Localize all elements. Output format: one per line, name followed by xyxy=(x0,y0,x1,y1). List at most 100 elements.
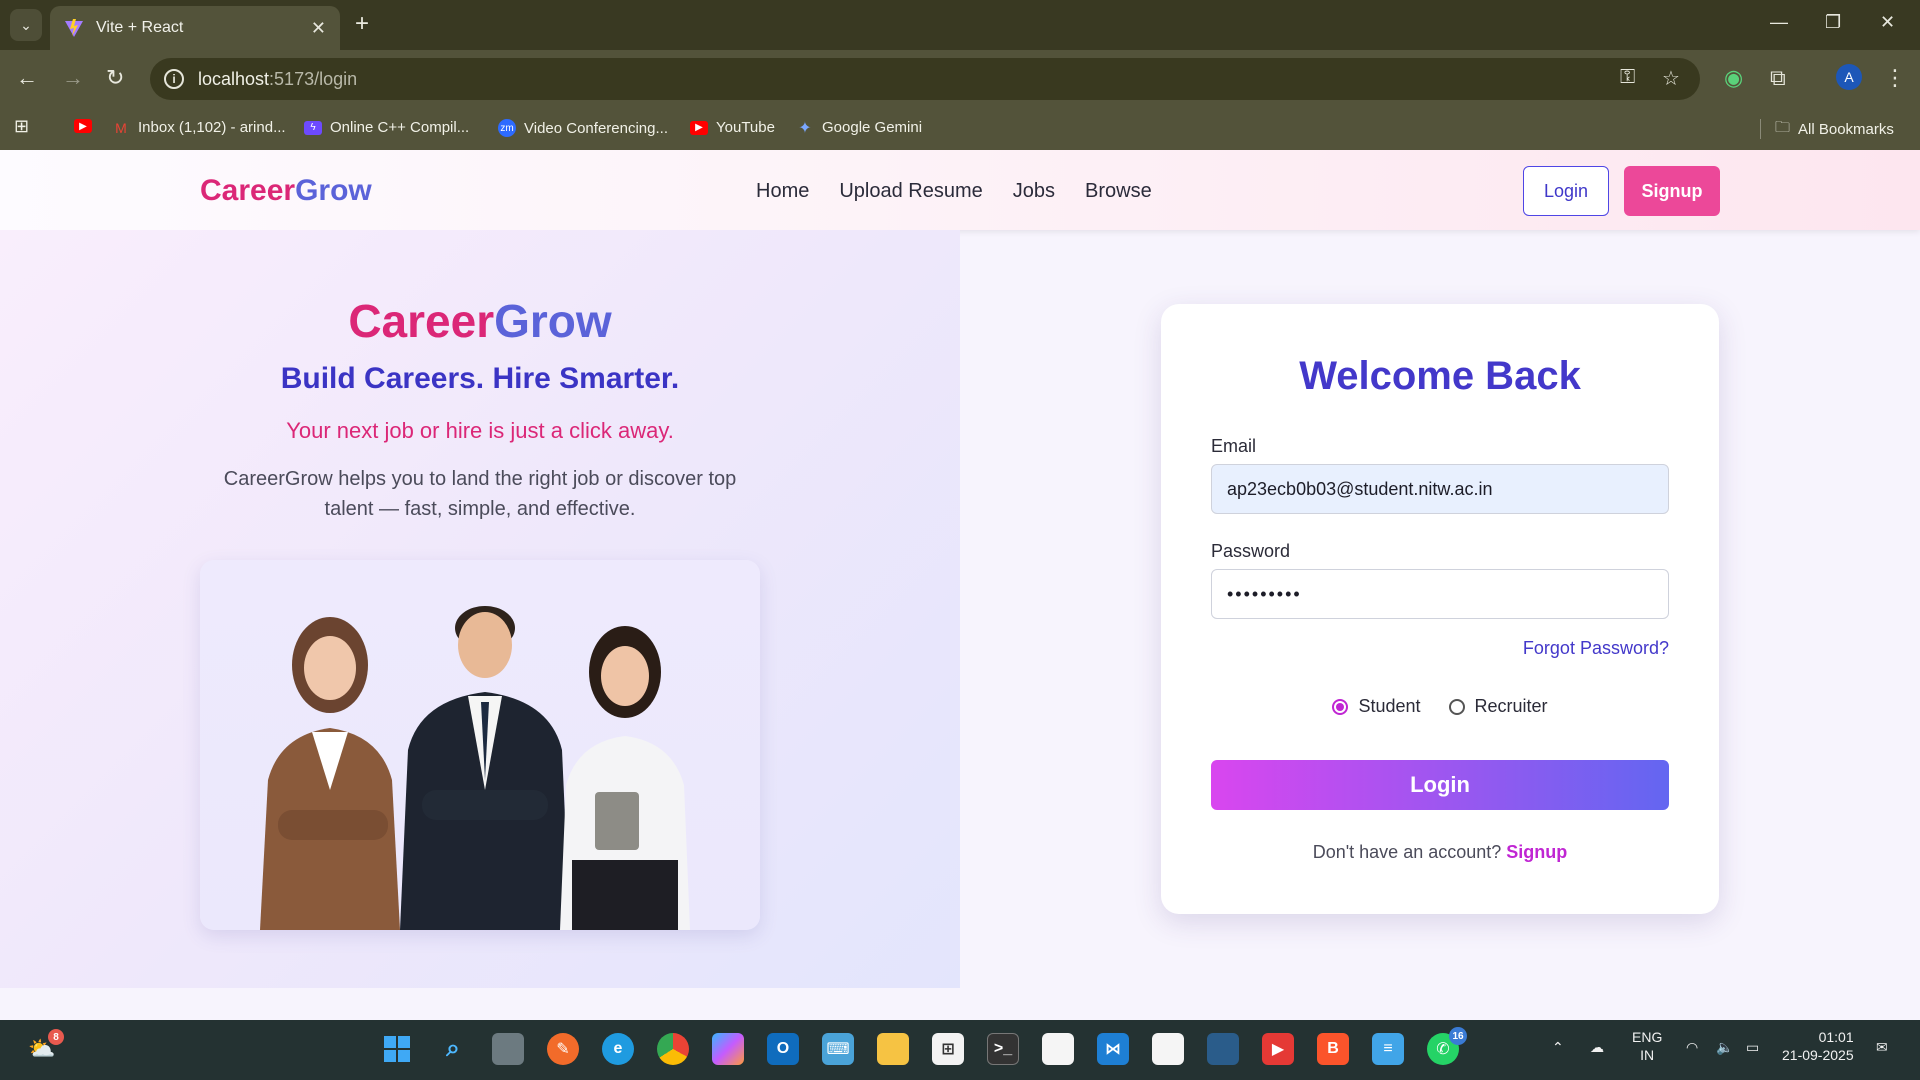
login-card: Welcome Back Email ap23ecb0b03@student.n… xyxy=(1161,304,1719,914)
terminal-icon[interactable]: >_ xyxy=(987,1033,1019,1065)
whatsapp-badge: 16 xyxy=(1449,1027,1467,1045)
menu-kebab-icon[interactable]: ⋮ xyxy=(1884,66,1906,90)
chevron-down-icon: ⌄ xyxy=(20,16,32,33)
nav-links: Home Upload Resume Jobs Browse xyxy=(756,180,1152,203)
wifi-icon[interactable]: ◠ xyxy=(1686,1038,1698,1056)
forward-icon[interactable]: → xyxy=(62,66,84,90)
vscode-icon[interactable]: ⋈ xyxy=(1097,1033,1129,1065)
outlook-icon[interactable]: O xyxy=(767,1033,799,1065)
login-card-title: Welcome Back xyxy=(1299,354,1581,398)
chrome-icon[interactable] xyxy=(657,1033,689,1065)
nav-link-home[interactable]: Home xyxy=(756,180,809,203)
hero-tagline: Your next job or hire is just a click aw… xyxy=(286,418,674,443)
nav-link-upload-resume[interactable]: Upload Resume xyxy=(839,180,982,203)
file-explorer-icon[interactable] xyxy=(877,1033,909,1065)
all-bookmarks[interactable]: 🗀 All Bookmarks xyxy=(1760,119,1894,139)
bookmark-star-icon[interactable]: ☆ xyxy=(1662,66,1680,91)
address-bar[interactable]: i localhost:5173/login ⚿ ☆ xyxy=(150,58,1700,100)
battery-icon[interactable]: ▭ xyxy=(1746,1038,1759,1056)
whatsapp-icon[interactable]: ✆ 16 xyxy=(1427,1027,1467,1065)
password-field[interactable]: ••••••••• xyxy=(1211,569,1669,619)
restore-icon[interactable]: ❐ xyxy=(1825,12,1841,33)
copilot-icon[interactable] xyxy=(712,1033,744,1065)
radio-unchecked-icon[interactable] xyxy=(1448,698,1465,715)
hero-description: CareerGrow helps you to land the right j… xyxy=(223,468,737,520)
edge-icon[interactable]: e xyxy=(602,1033,634,1065)
keyboard-app-icon[interactable]: ⌨ xyxy=(822,1033,854,1065)
brand-logo[interactable]: CareerGrow xyxy=(200,174,372,208)
nav-login-button[interactable]: Login xyxy=(1523,166,1609,216)
radio-checked-icon[interactable] xyxy=(1332,698,1349,715)
bookmark-gemini[interactable]: ✦ Google Gemini xyxy=(796,119,922,137)
site-info-icon[interactable]: i xyxy=(164,69,184,89)
forgot-password-link[interactable]: Forgot Password? xyxy=(1523,638,1669,659)
site-navbar: CareerGrow Home Upload Resume Jobs Brows… xyxy=(0,150,1920,230)
notepad-icon[interactable]: ≡ xyxy=(1372,1033,1404,1065)
windows-taskbar: ⛅ 8 ⌕ ✎ e O ⌨ ⊞ >_ ⋈ ▶ B ≡ ✆ 16 ⌃ ☁ ENG IN … xyxy=(0,1020,1920,1080)
apps-grid-icon[interactable]: ⊞ xyxy=(14,116,29,137)
store-icon[interactable]: ⊞ xyxy=(932,1033,964,1065)
password-label: Password xyxy=(1211,541,1291,561)
bookmark-zoom[interactable]: zm Video Conferencing... xyxy=(498,119,668,137)
login-submit-button[interactable]: Login xyxy=(1211,760,1669,810)
bookmark-gmail[interactable]: M Inbox (1,102) - arind... xyxy=(112,119,285,136)
close-icon[interactable]: ✕ xyxy=(311,18,326,39)
bookmarks-bar: ⊞ ▶ M Inbox (1,102) - arind... ϟ Online C+… xyxy=(0,108,1920,150)
team-people-illustration xyxy=(260,606,690,930)
back-icon[interactable]: ← xyxy=(16,66,38,90)
bolt-icon: ϟ xyxy=(304,120,322,135)
document-icon[interactable] xyxy=(1152,1033,1184,1065)
new-tab-button[interactable]: + xyxy=(355,12,369,36)
reload-icon[interactable]: ↻ xyxy=(106,66,124,90)
hero-subtitle: Build Careers. Hire Smarter. xyxy=(280,362,680,395)
youtube-icon: ▶ xyxy=(74,119,92,133)
radio-recruiter[interactable]: Recruiter xyxy=(1448,696,1548,717)
youtube-app-icon[interactable]: ▶ xyxy=(1262,1033,1294,1065)
bookmark-online-compiler[interactable]: ϟ Online C++ Compil... xyxy=(304,119,469,136)
search-icon[interactable]: ⌕ xyxy=(437,1033,469,1065)
language-indicator[interactable]: ENG IN xyxy=(1632,1028,1662,1064)
nav-link-jobs[interactable]: Jobs xyxy=(1013,180,1055,203)
hero-title: CareerGrow xyxy=(348,295,612,347)
youtube-icon: ▶ xyxy=(690,120,708,135)
onedrive-cloud-icon[interactable]: ☁ xyxy=(1590,1038,1604,1056)
signup-prompt: Don't have an account? Signup xyxy=(1312,842,1568,862)
brave-icon[interactable]: B xyxy=(1317,1033,1349,1065)
clock[interactable]: 01:01 21-09-2025 xyxy=(1782,1028,1854,1064)
extensions-puzzle-icon[interactable]: ⧉ xyxy=(1770,66,1786,90)
folder-icon: 🗀 xyxy=(1775,118,1791,136)
tray-chevron-up-icon[interactable]: ⌃ xyxy=(1552,1038,1564,1056)
hero-panel: CareerGrow Build Careers. Hire Smarter. … xyxy=(0,230,960,988)
nav-signup-button[interactable]: Signup xyxy=(1624,166,1720,216)
gmail-icon: M xyxy=(115,119,127,136)
weather-icon[interactable]: ⛅ 8 xyxy=(26,1029,64,1065)
task-view-icon[interactable] xyxy=(492,1033,524,1065)
volume-icon[interactable]: 🔈 xyxy=(1716,1038,1733,1056)
tab-active[interactable]: Vite + React ✕ xyxy=(50,6,340,50)
bookmark-youtube[interactable]: ▶ YouTube xyxy=(690,119,775,136)
email-field[interactable]: ap23ecb0b03@student.nitw.ac.in xyxy=(1211,464,1669,514)
postman-icon[interactable]: ✎ xyxy=(547,1033,579,1065)
page-content: CareerGrow Home Upload Resume Jobs Brows… xyxy=(0,150,1920,1020)
password-key-icon[interactable]: ⚿ xyxy=(1620,66,1635,89)
role-radio-group: Student Recruiter xyxy=(1161,696,1719,717)
nav-link-browse[interactable]: Browse xyxy=(1085,180,1152,203)
minimize-icon[interactable]: — xyxy=(1770,12,1788,33)
bookmark-youtube-shortcut[interactable]: ▶ xyxy=(74,119,100,133)
notifications-icon[interactable]: ✉ xyxy=(1876,1038,1888,1056)
window-close-icon[interactable]: ✕ xyxy=(1880,12,1895,33)
url-text: localhost:5173/login xyxy=(198,68,358,89)
remote-desktop-icon[interactable] xyxy=(1207,1033,1239,1065)
tab-search-button[interactable]: ⌄ xyxy=(10,9,42,41)
extension-circle-icon[interactable]: ◉ xyxy=(1724,66,1743,90)
start-windows-icon[interactable] xyxy=(381,1033,413,1065)
browser-toolbar: ← → ↻ i localhost:5173/login ⚿ ☆ ◉ ⧉ A ⋮ xyxy=(0,50,1920,108)
profile-avatar[interactable]: A xyxy=(1836,64,1862,90)
file-icon[interactable] xyxy=(1042,1033,1074,1065)
zoom-icon: zm xyxy=(498,119,516,137)
vite-icon xyxy=(65,19,83,37)
email-label: Email xyxy=(1211,436,1257,456)
gemini-icon: ✦ xyxy=(798,119,812,137)
signup-link[interactable]: Signup xyxy=(1506,842,1567,862)
radio-student[interactable]: Student xyxy=(1332,696,1421,717)
